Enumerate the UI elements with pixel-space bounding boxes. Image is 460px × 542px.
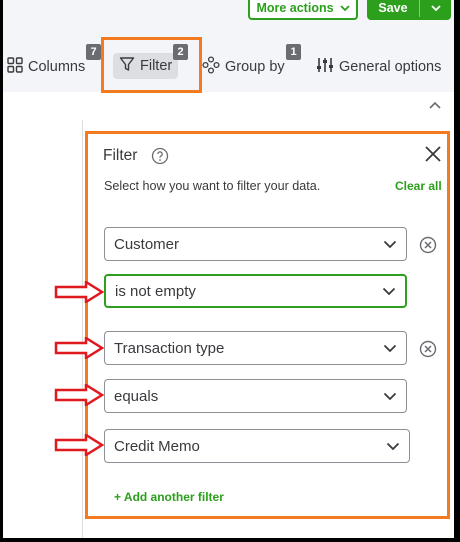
help-icon[interactable] — [151, 147, 169, 170]
more-actions-label: More actions — [256, 1, 334, 15]
remove-filter-1-icon[interactable] — [419, 236, 437, 259]
sliders-icon — [316, 57, 334, 77]
collapse-chevron-up-icon[interactable] — [428, 97, 442, 115]
general-options-button[interactable]: General options — [316, 56, 441, 78]
filter-2-field-select[interactable]: Transaction type — [104, 331, 407, 365]
panel-divider — [82, 120, 83, 538]
more-actions-button[interactable]: More actions — [248, 0, 358, 20]
group-by-count-badge: 1 — [286, 44, 301, 60]
annotation-arrow-icon — [54, 432, 105, 461]
remove-filter-2-icon[interactable] — [419, 340, 437, 363]
filter-panel-description: Select how you want to filter your data. — [104, 179, 321, 193]
save-button[interactable]: Save — [367, 0, 451, 20]
chevron-down-icon — [383, 236, 397, 253]
columns-icon — [7, 57, 23, 77]
filter-2-operator-select[interactable]: equals — [104, 379, 407, 413]
filter-2-value: Credit Memo — [114, 437, 200, 455]
filter-1-operator-select[interactable]: is not empty — [104, 274, 407, 308]
columns-count-badge: 7 — [86, 44, 101, 60]
report-customization-window: More actions Save Columns 7 Filter 2 Gro… — [3, 0, 454, 538]
filter-1-field-value: Customer — [114, 235, 180, 253]
columns-label: Columns — [28, 59, 86, 75]
filter-2-value-select[interactable]: Credit Memo — [104, 429, 410, 463]
chevron-down-icon — [339, 1, 350, 15]
chevron-down-icon — [383, 340, 397, 357]
group-by-label: Group by — [225, 59, 285, 75]
annotation-arrow-icon — [54, 279, 105, 308]
filter-1-field-select[interactable]: Customer — [104, 227, 407, 261]
columns-button[interactable]: Columns — [7, 56, 85, 78]
clear-all-link[interactable]: Clear all — [395, 179, 442, 193]
filter-1-operator-value: is not empty — [115, 282, 196, 300]
add-another-filter-link[interactable]: + Add another filter — [114, 490, 224, 504]
group-by-button[interactable]: Group by — [202, 56, 285, 78]
filter-2-operator-value: equals — [114, 387, 159, 405]
chevron-down-icon — [386, 438, 400, 455]
annotation-arrow-icon — [54, 382, 105, 411]
general-options-label: General options — [339, 59, 442, 75]
filter-2-field-value: Transaction type — [114, 339, 225, 357]
annotation-arrow-icon — [54, 335, 105, 364]
chevron-down-icon — [382, 283, 396, 300]
group-by-icon — [202, 56, 220, 78]
filter-panel-title: Filter — [103, 147, 138, 164]
save-label: Save — [378, 1, 408, 15]
chevron-down-icon — [383, 388, 397, 405]
close-icon[interactable] — [424, 145, 442, 168]
filter-highlight-box — [101, 37, 202, 93]
save-options-chevron-down-icon[interactable] — [420, 4, 451, 12]
